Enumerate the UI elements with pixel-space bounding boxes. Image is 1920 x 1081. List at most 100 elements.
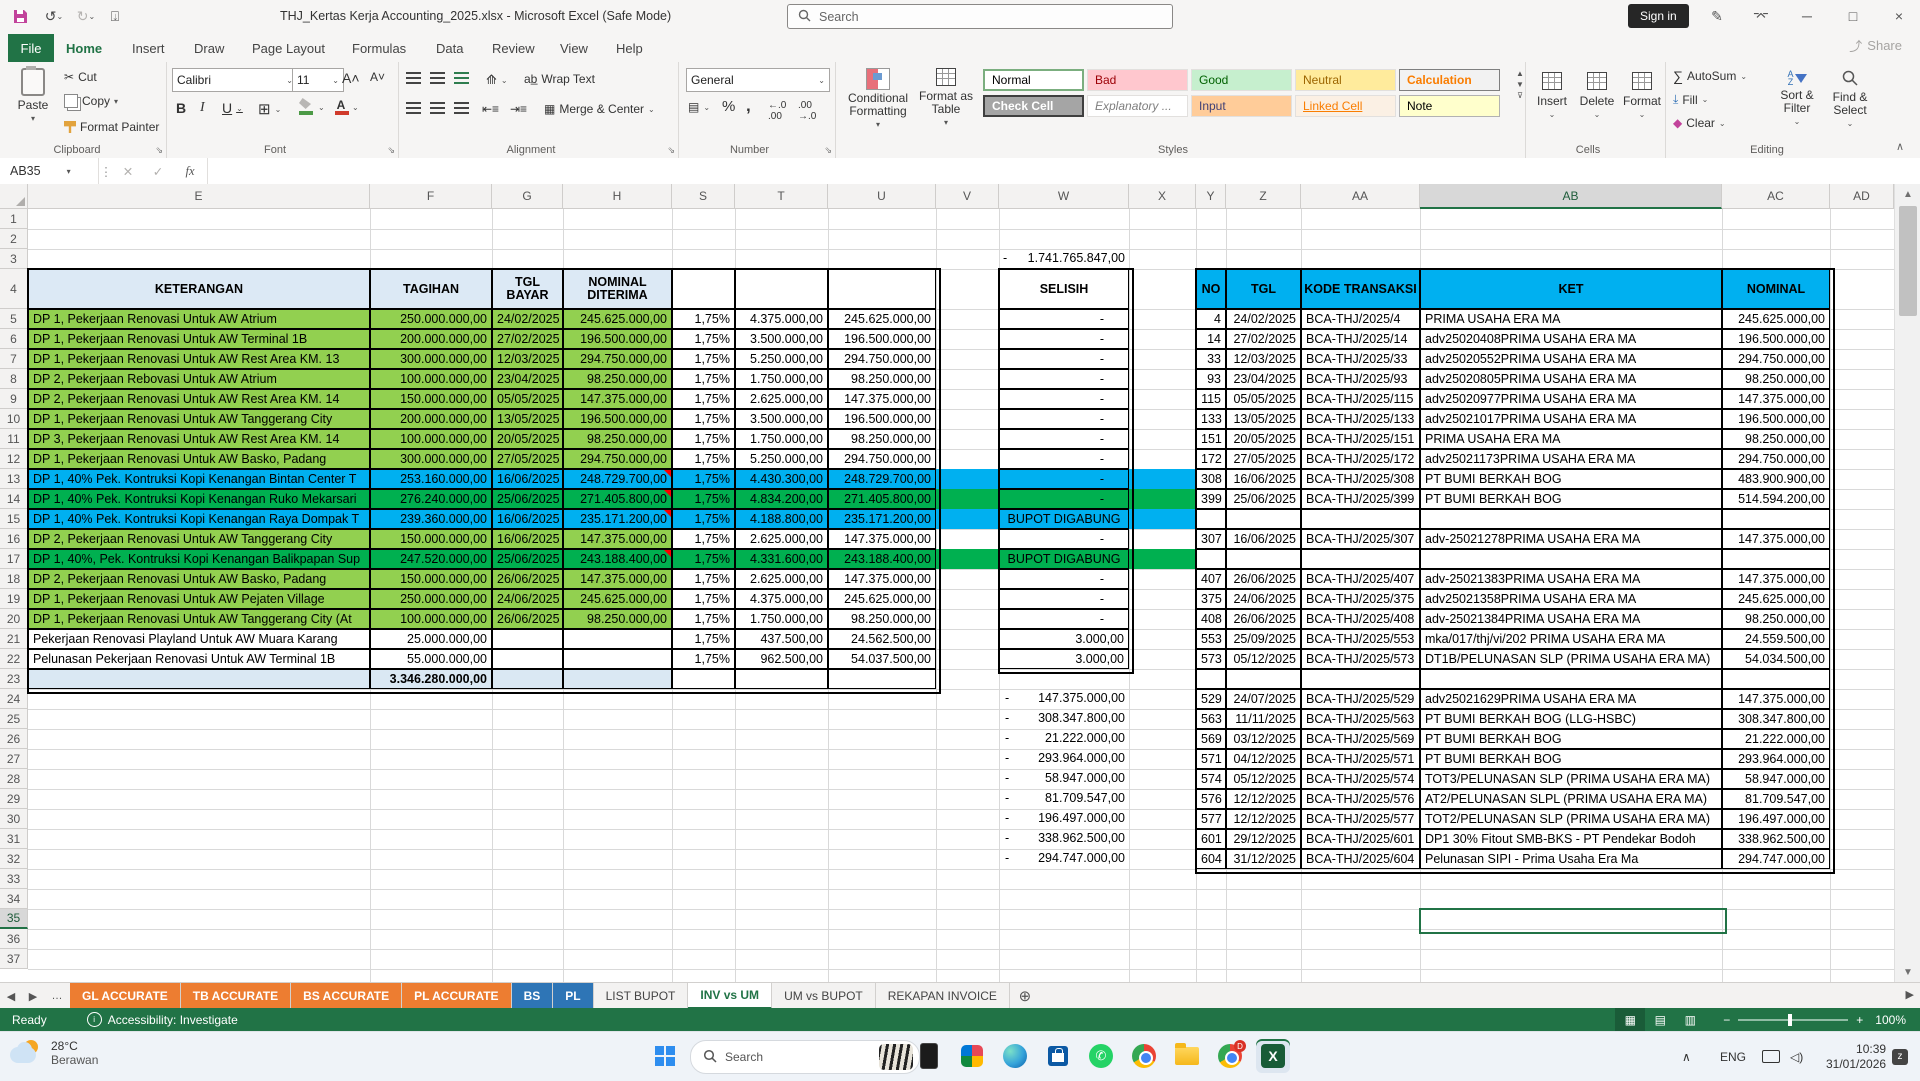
cell-Z8[interactable]: 23/04/2025 [1226, 369, 1301, 389]
clear-button[interactable]: ◆Clear⌄ [1673, 116, 1726, 130]
cell-F17[interactable]: 247.520.000,00 [370, 549, 492, 569]
cell-G14[interactable]: 25/06/2025 [492, 489, 563, 509]
cell-Z29[interactable]: 12/12/2025 [1226, 789, 1301, 809]
sheet-nav-left-icon[interactable]: ◀ [0, 983, 22, 1009]
cell-S10[interactable]: 1,75% [672, 409, 735, 429]
grid-area[interactable]: EFGHSTUVWXYZAAABACAD12345678910111213141… [0, 184, 1894, 982]
cell-S18[interactable]: 1,75% [672, 569, 735, 589]
chrome-icon[interactable] [1127, 1039, 1161, 1073]
column-header-F[interactable]: F [370, 184, 492, 209]
zoom-level[interactable]: 100% [1875, 1013, 1906, 1027]
cell-W32[interactable]: 294.747.000,00 [999, 849, 1129, 869]
cell-AC5[interactable]: 245.625.000,00 [1722, 309, 1830, 329]
cell-T14[interactable]: 4.834.200,00 [735, 489, 828, 509]
column-header-V[interactable]: V [936, 184, 999, 209]
customize-quick-access-icon[interactable]: ⍗ [104, 4, 126, 28]
cell-AA19[interactable]: BCA-THJ/2025/375 [1301, 589, 1420, 609]
cell-AC10[interactable]: 196.500.000,00 [1722, 409, 1830, 429]
cell-AC7[interactable]: 294.750.000,00 [1722, 349, 1830, 369]
comma-style-icon[interactable]: , [746, 96, 751, 116]
chrome-profile-icon[interactable]: D [1213, 1039, 1247, 1073]
undo-icon[interactable]: ↺⌄ [40, 4, 68, 28]
underline-button[interactable]: U⌄ [222, 100, 243, 116]
cell-E19[interactable]: DP 1, Pekerjaan Renovasi Untuk AW Pejate… [28, 589, 370, 609]
align-top-icon[interactable] [406, 72, 421, 84]
row-header-9[interactable]: 9 [0, 389, 28, 409]
column-header-AC[interactable]: AC [1722, 184, 1830, 209]
tab-data[interactable]: Data [432, 34, 467, 62]
cell-H21[interactable] [563, 629, 672, 649]
header-keterangan[interactable]: KETERANGAN [28, 269, 370, 309]
cell-U13[interactable]: 248.729.700,00 [828, 469, 936, 489]
cell-Z5[interactable]: 24/02/2025 [1226, 309, 1301, 329]
hscroll-right-icon[interactable]: ▶ [1906, 988, 1914, 1001]
cell-T5[interactable]: 4.375.000,00 [735, 309, 828, 329]
cell-Y32[interactable]: 604 [1196, 849, 1226, 869]
cell-S11[interactable]: 1,75% [672, 429, 735, 449]
cell-AA13[interactable]: BCA-THJ/2025/308 [1301, 469, 1420, 489]
cell-T11[interactable]: 1.750.000,00 [735, 429, 828, 449]
cell-G19[interactable]: 24/06/2025 [492, 589, 563, 609]
cell-AC24[interactable]: 147.375.000,00 [1722, 689, 1830, 709]
header-kode-transaksi[interactable]: KODE TRANSAKSI [1301, 269, 1420, 309]
cell-E23[interactable] [28, 669, 370, 689]
cell-E9[interactable]: DP 2, Pekerjaan Renovasi Untuk AW Rest A… [28, 389, 370, 409]
styles-more-icon[interactable]: ⊽ [1517, 91, 1523, 100]
cell-H17[interactable]: 243.188.400,00 [563, 549, 672, 569]
cell-Y23[interactable] [1196, 669, 1226, 689]
cell-AB5[interactable]: PRIMA USAHA ERA MA [1420, 309, 1722, 329]
cell-AC14[interactable]: 514.594.200,00 [1722, 489, 1830, 509]
header-tgl-bayar[interactable]: TGL BAYAR [492, 269, 563, 309]
row-header-14[interactable]: 14 [0, 489, 28, 509]
format-cells-button[interactable]: Format⌄ [1621, 72, 1663, 121]
page-layout-view-icon[interactable]: ▤ [1645, 1008, 1675, 1031]
cell-H12[interactable]: 294.750.000,00 [563, 449, 672, 469]
cell-S9[interactable]: 1,75% [672, 389, 735, 409]
share-button[interactable]: ⤴Share [1849, 36, 1902, 55]
autosum-button[interactable]: ∑AutoSum⌄ [1673, 68, 1747, 84]
cell-Y10[interactable]: 133 [1196, 409, 1226, 429]
row-header-29[interactable]: 29 [0, 789, 28, 809]
cell-AB31[interactable]: DP1 30% Fitout SMB-BKS - PT Pendekar Bod… [1420, 829, 1722, 849]
cell-AA12[interactable]: BCA-THJ/2025/172 [1301, 449, 1420, 469]
row-header-11[interactable]: 11 [0, 429, 28, 449]
sheet-nav-right-icon[interactable]: ▶ [22, 983, 44, 1009]
cell-Z25[interactable]: 11/11/2025 [1226, 709, 1301, 729]
cell-T19[interactable]: 4.375.000,00 [735, 589, 828, 609]
cell-U5[interactable]: 245.625.000,00 [828, 309, 936, 329]
redo-icon[interactable]: ↻⌄ [72, 4, 100, 28]
cell-U23[interactable] [828, 669, 936, 689]
conditional-formatting-button[interactable]: Conditional Formatting▾ [845, 68, 911, 131]
sheet-nav-more-icon[interactable]: … [44, 983, 70, 1009]
cell-Z19[interactable]: 24/06/2025 [1226, 589, 1301, 609]
row-header-16[interactable]: 16 [0, 529, 28, 549]
cell-E17[interactable]: DP 1, 40%, Pek. Kontruksi Kopi Kenangan … [28, 549, 370, 569]
cell-W17[interactable]: BUPOT DIGABUNG [999, 549, 1129, 569]
row-header-35[interactable]: 35 [0, 909, 28, 929]
cell-F10[interactable]: 200.000.000,00 [370, 409, 492, 429]
cell-AB9[interactable]: adv25020977PRIMA USAHA ERA MA [1420, 389, 1722, 409]
cell-W18[interactable]: - [999, 569, 1129, 589]
row-header-23[interactable]: 23 [0, 669, 28, 689]
cell-AB28[interactable]: TOT3/PELUNASAN SLP (PRIMA USAHA ERA MA) [1420, 769, 1722, 789]
cell-AA24[interactable]: BCA-THJ/2025/529 [1301, 689, 1420, 709]
cell-E22[interactable]: Pelunasan Pekerjaan Renovasi Untuk AW Te… [28, 649, 370, 669]
cell-Z32[interactable]: 31/12/2025 [1226, 849, 1301, 869]
cell-E6[interactable]: DP 1, Pekerjaan Renovasi Untuk AW Termin… [28, 329, 370, 349]
cell-AC25[interactable]: 308.347.800,00 [1722, 709, 1830, 729]
cell-AC26[interactable]: 21.222.000,00 [1722, 729, 1830, 749]
cell-W3[interactable]: 1.741.765.847,00 [999, 249, 1129, 269]
cell-AA15[interactable] [1301, 509, 1420, 529]
row-header-25[interactable]: 25 [0, 709, 28, 729]
row-header-30[interactable]: 30 [0, 809, 28, 829]
cell-W7[interactable]: - [999, 349, 1129, 369]
cell-Z6[interactable]: 27/02/2025 [1226, 329, 1301, 349]
cell-Y5[interactable]: 4 [1196, 309, 1226, 329]
number-dialog-launcher[interactable]: ⇘ [824, 145, 832, 156]
cell-W21[interactable]: 3.000,00 [999, 629, 1129, 649]
cell-G15[interactable]: 16/06/2025 [492, 509, 563, 529]
cell-F5[interactable]: 250.000.000,00 [370, 309, 492, 329]
cell-T18[interactable]: 2.625.000,00 [735, 569, 828, 589]
row-header-33[interactable]: 33 [0, 869, 28, 889]
cell-F23-total[interactable]: 3.346.280.000,00 [370, 669, 492, 689]
